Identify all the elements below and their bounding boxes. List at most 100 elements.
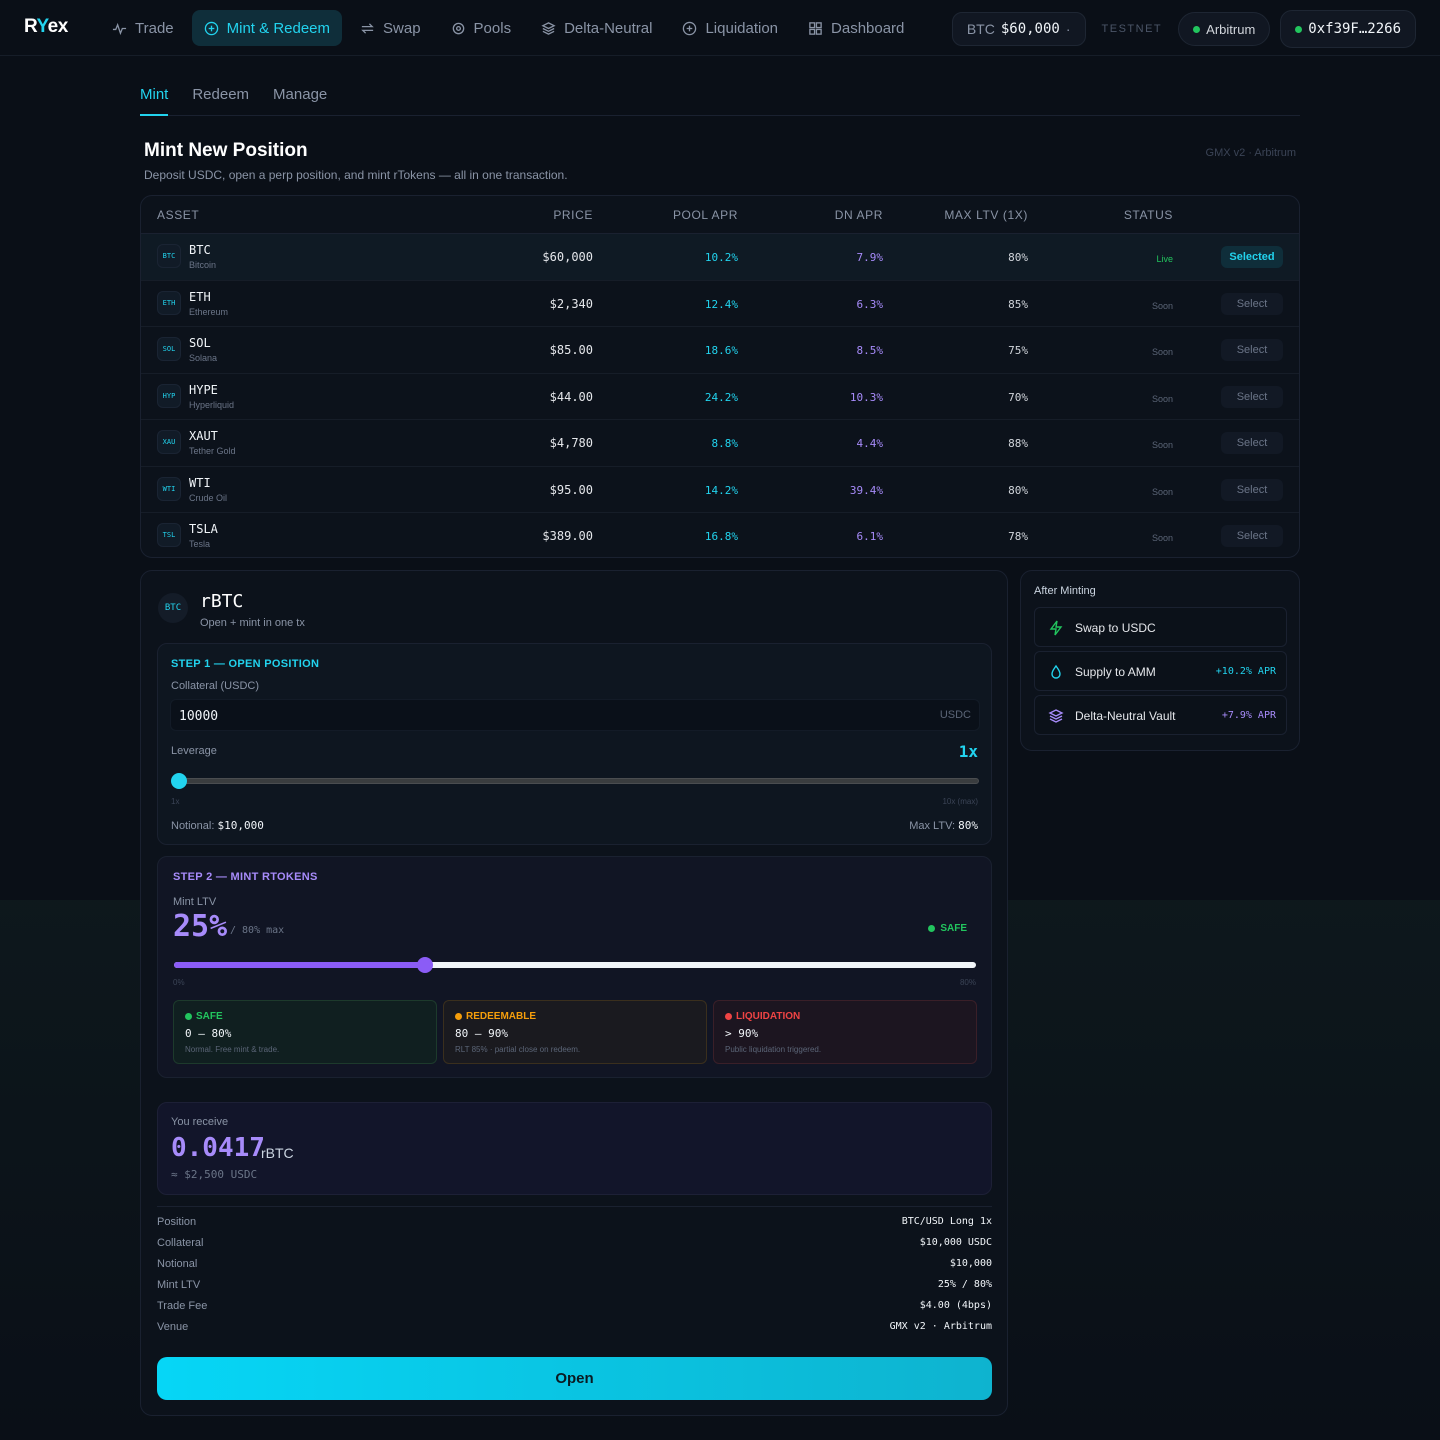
collateral-input[interactable] xyxy=(179,706,779,726)
tab-manage[interactable]: Manage xyxy=(273,80,327,116)
price-ticker[interactable]: BTC $60,000 · xyxy=(951,12,1086,46)
asset-select-button[interactable]: Select xyxy=(1221,525,1283,547)
nav-pools[interactable]: Pools xyxy=(439,10,524,46)
mint-token-title: rBTC xyxy=(200,591,244,612)
table-row[interactable]: XAU XAUT Tether Gold $4,780 8.8% 4.4% 88% Soon S… xyxy=(141,420,1299,467)
asset-dn-apr: 39.4% xyxy=(849,483,883,497)
asset-price: $95.00 xyxy=(549,482,593,497)
option-label: Delta-Neutral Vault xyxy=(1075,709,1176,723)
col-max-ltv: MAX LTV (1X) xyxy=(944,208,1028,222)
asset-status: Soon xyxy=(1151,393,1173,404)
asset-icon: XAU xyxy=(157,430,181,454)
receive-box: You receive 0.0417 rBTC ≈ $2,500 USDC xyxy=(157,1102,992,1195)
asset-symbol: BTC xyxy=(189,243,211,257)
asset-select-button[interactable]: Select xyxy=(1221,292,1283,315)
asset-table: ASSET PRICE POOL APR DN APR MAX LTV (1X)… xyxy=(140,195,1300,558)
tab-mint[interactable]: Mint xyxy=(140,80,169,116)
summary-row: Venue GMX v2 · Arbitrum xyxy=(157,1321,992,1337)
asset-icon: ETH xyxy=(157,290,181,315)
swap-to-usdc-option[interactable]: Swap to USDC xyxy=(1034,607,1287,647)
testnet-badge: TESTNET xyxy=(1101,23,1163,35)
logo[interactable]: RYex xyxy=(24,16,68,38)
wallet-button[interactable]: 0xf39F…2266 xyxy=(1280,10,1416,48)
delta-neutral-vault-option[interactable]: Delta-Neutral Vault +7.9% APR xyxy=(1034,695,1287,735)
grid-icon xyxy=(809,21,822,35)
plus-circle-icon xyxy=(204,21,218,35)
summary-key: Collateral xyxy=(157,1237,204,1249)
leverage-tick-min: 1x xyxy=(171,797,180,806)
asset-select-button[interactable]: Select xyxy=(1221,478,1283,501)
asset-select-button[interactable]: Selected xyxy=(1221,246,1283,268)
network-selector[interactable]: Arbitrum xyxy=(1178,12,1271,46)
leverage-tick-max: 10x (max) xyxy=(942,797,978,806)
zone-description: Public liquidation triggered. xyxy=(725,1045,822,1054)
btc-token-icon: BTC xyxy=(158,593,188,623)
asset-max-ltv: 88% xyxy=(1008,437,1028,450)
supply-to-amm-option[interactable]: Supply to AMM +10.2% APR xyxy=(1034,651,1287,691)
asset-name: Crude Oil xyxy=(189,492,228,503)
nav-liquidation[interactable]: Liquidation xyxy=(670,10,790,46)
receive-amount: 0.0417 xyxy=(171,1133,265,1163)
step1-heading: STEP 1 — OPEN POSITION xyxy=(171,658,320,670)
open-button[interactable]: Open xyxy=(157,1357,992,1400)
nav-swap[interactable]: Swap xyxy=(348,10,433,46)
layers-icon xyxy=(1048,709,1064,723)
table-row[interactable]: ETH ETH Ethereum $2,340 12.4% 6.3% 85% Soon Sele… xyxy=(141,281,1299,327)
leverage-slider-handle[interactable] xyxy=(171,773,187,789)
asset-status: Soon xyxy=(1151,300,1173,311)
col-pool-apr: POOL APR xyxy=(672,208,738,222)
mint-ltv-max: / 80% max xyxy=(230,925,285,936)
zone-dot xyxy=(185,1013,192,1020)
nav-label: Swap xyxy=(383,19,421,37)
asset-select-button[interactable]: Select xyxy=(1221,432,1283,454)
max-ltv-readout: Max LTV: 80% xyxy=(909,819,978,832)
mint-panel: BTC rBTC Open + mint in one tx STEP 1 — … xyxy=(140,570,1008,1416)
asset-select-button[interactable]: Select xyxy=(1221,339,1283,361)
table-row[interactable]: TSL TSLA Tesla $389.00 16.8% 6.1% 78% Soon Selec… xyxy=(141,513,1299,557)
table-row[interactable]: HYP HYPE Hyperliquid $44.00 24.2% 10.3% 70% Soo… xyxy=(141,374,1299,420)
collateral-field[interactable]: USDC xyxy=(170,699,980,731)
mint-token-subtitle: Open + mint in one tx xyxy=(200,617,305,629)
nav-dashboard[interactable]: Dashboard xyxy=(796,10,916,46)
table-row[interactable]: SOL SOL Solana $85.00 18.6% 8.5% 75% Soon Select xyxy=(141,327,1299,374)
nav-trade[interactable]: Trade xyxy=(100,10,186,46)
asset-max-ltv: 75% xyxy=(1008,344,1028,357)
summary-key: Venue xyxy=(157,1321,189,1333)
zone-title-text: LIQUIDATION xyxy=(736,1011,801,1022)
nav-label: Liquidation xyxy=(705,19,779,37)
summary-row: Trade Fee $4.00 (4bps) xyxy=(157,1300,992,1316)
zone-range: > 90% xyxy=(725,1027,759,1040)
asset-max-ltv: 80% xyxy=(1008,483,1028,497)
summary-row: Collateral $10,000 USDC xyxy=(157,1237,992,1253)
nav-delta-neutral[interactable]: Delta-Neutral xyxy=(529,10,664,46)
option-label: Swap to USDC xyxy=(1075,621,1156,635)
asset-pool-apr: 10.2% xyxy=(704,251,738,264)
venue-label: GMX v2 · Arbitrum xyxy=(1205,147,1296,159)
asset-symbol: TSLA xyxy=(189,522,218,536)
receive-usd-value: ≈ $2,500 USDC xyxy=(171,1168,258,1181)
summary-value: BTC/USD Long 1x xyxy=(901,1216,992,1227)
leverage-slider-track[interactable] xyxy=(179,778,979,784)
asset-price: $44.00 xyxy=(549,389,593,404)
mint-ltv-slider-handle[interactable] xyxy=(416,957,433,973)
nav-mint-redeem[interactable]: Mint & Redeem xyxy=(191,10,343,46)
asset-dn-apr: 6.1% xyxy=(856,530,884,543)
zone-title: SAFE xyxy=(185,1011,223,1022)
summary-value: $4.00 (4bps) xyxy=(919,1300,992,1311)
asset-name: Hyperliquid xyxy=(189,399,235,410)
tab-redeem[interactable]: Redeem xyxy=(192,80,249,116)
asset-icon: TSL xyxy=(157,523,181,547)
repeat-icon xyxy=(361,22,374,34)
asset-select-button[interactable]: Select xyxy=(1221,385,1283,408)
zone-liquidation: LIQUIDATION > 90% Public liquidation tri… xyxy=(713,1000,977,1064)
table-row[interactable]: WTI WTI Crude Oil $95.00 14.2% 39.4% 80% Soon Se… xyxy=(141,467,1299,513)
zone-title: LIQUIDATION xyxy=(725,1011,800,1022)
after-minting-panel: After Minting Swap to USDC Supply to AMM… xyxy=(1020,570,1300,751)
mint-ltv-slider-fill xyxy=(174,962,425,968)
option-apr: +7.9% APR xyxy=(1221,710,1276,721)
asset-dn-apr: 8.5% xyxy=(856,344,884,357)
asset-name: Bitcoin xyxy=(189,260,217,270)
asset-status: Soon xyxy=(1151,486,1173,497)
table-row[interactable]: BTC BTC Bitcoin $60,000 10.2% 7.9% 80% Live Sele… xyxy=(141,234,1299,281)
summary-value: 25% / 80% xyxy=(937,1279,992,1290)
